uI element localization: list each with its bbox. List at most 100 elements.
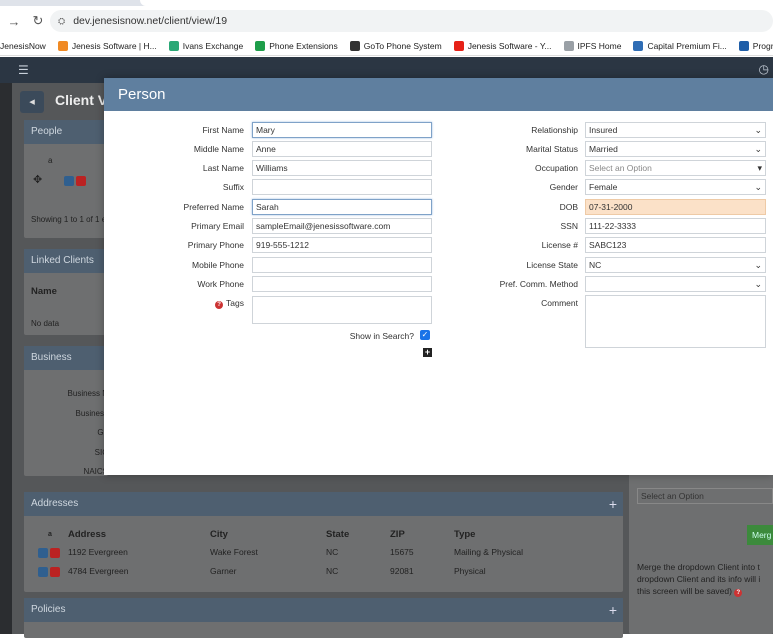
edit-icon[interactable] — [64, 175, 74, 186]
preferred-name-input[interactable] — [252, 199, 432, 215]
dob-input[interactable] — [585, 199, 766, 215]
add-icon[interactable]: + — [423, 348, 432, 357]
business-field: SIC — [94, 447, 108, 457]
delete-icon[interactable] — [50, 566, 60, 577]
marital-status-select[interactable]: Married ⌄ — [585, 141, 766, 157]
cell-type: Physical — [454, 566, 486, 577]
people-col-header: a — [48, 156, 53, 165]
last-name-label: Last Name — [202, 163, 244, 173]
business-card: Business Business N Business GL SIC NAIC… — [24, 346, 108, 476]
bookmark-item[interactable]: Jenesis Software | H... — [57, 40, 157, 51]
bookmark-favicon-icon — [453, 40, 464, 51]
middle-name-label: Middle Name — [193, 144, 244, 154]
help-icon[interactable]: ? — [215, 301, 224, 309]
bookmark-item[interactable]: Capital Premium Fi... — [633, 40, 727, 51]
bookmark-label: Jenesis Software - Y... — [467, 40, 552, 51]
bookmark-item[interactable]: IPFS Home — [563, 40, 621, 51]
col-header[interactable]: Type — [454, 526, 612, 543]
business-heading: Business — [24, 346, 108, 370]
gender-select[interactable]: Female ⌄ — [585, 179, 766, 195]
dob-label: DOB — [559, 202, 578, 212]
site-info-icon[interactable]: ⛭ — [58, 16, 65, 27]
primary-phone-input[interactable] — [252, 237, 432, 253]
mobile-phone-input[interactable] — [252, 257, 432, 273]
cell-city: Wake Forest — [210, 547, 258, 558]
bookmark-favicon-icon — [738, 40, 749, 51]
drag-handle-icon[interactable]: ✥ — [33, 173, 42, 186]
linked-clients-heading: Linked Clients — [24, 249, 108, 273]
add-address-icon[interactable]: + — [609, 492, 617, 516]
middle-name-input[interactable] — [252, 141, 432, 157]
policies-card: Policies + — [24, 598, 623, 638]
bookmark-favicon-icon — [633, 40, 644, 51]
first-name-input[interactable] — [252, 122, 432, 138]
people-heading: People — [24, 120, 108, 144]
col-header[interactable]: State — [326, 526, 390, 543]
bookmark-item[interactable]: GoTo Phone System — [349, 40, 442, 51]
cell-type: Mailing & Physical — [454, 547, 523, 558]
col-header[interactable]: a — [32, 526, 68, 543]
license-state-select[interactable]: NC ⌄ — [585, 257, 766, 273]
add-policy-icon[interactable]: + — [609, 598, 617, 622]
ssn-input[interactable] — [585, 218, 766, 234]
license-state-value: NC — [589, 260, 602, 270]
occupation-select[interactable]: Select an Option ▾ — [585, 160, 766, 176]
page-title: Client V — [55, 92, 108, 108]
tags-input[interactable] — [252, 296, 432, 324]
table-row: 4784 Evergreen Garner NC 92081 Physical — [32, 562, 612, 581]
menu-icon[interactable]: ☰ — [18, 63, 29, 77]
bookmark-item[interactable]: Phone Extensions — [255, 40, 338, 51]
bookmark-label: Progressive Comm... — [752, 40, 773, 51]
person-modal: Person First Name Middle Name Last Name … — [104, 78, 773, 475]
mobile-phone-label: Mobile Phone — [192, 260, 244, 270]
edit-icon[interactable] — [38, 566, 48, 577]
relationship-select[interactable]: Insured ⌄ — [585, 122, 766, 138]
addresses-card: Addresses + a Address City State ZIP Type… — [24, 492, 623, 592]
work-phone-input[interactable] — [252, 276, 432, 292]
merge-client-select[interactable]: Select an Option — [637, 488, 773, 504]
bookmark-item[interactable]: Jenesis Software - Y... — [453, 40, 552, 51]
merge-button[interactable]: Merg — [747, 525, 773, 545]
bookmark-label: Jenesis Software | H... — [71, 40, 157, 51]
cell-address: 1192 Evergreen — [68, 547, 128, 558]
bookmark-label: JenesisNow — [0, 40, 46, 51]
delete-icon[interactable] — [76, 175, 86, 186]
comment-label: Comment — [541, 298, 578, 308]
suffix-input[interactable] — [252, 179, 432, 195]
caret-down-icon: ▾ — [757, 163, 762, 173]
col-header[interactable]: Address — [68, 526, 210, 543]
browser-toolbar: → ↻ ⛭ dev.jenesisnow.net/client/view/19 — [0, 6, 773, 36]
col-header[interactable]: ZIP — [390, 526, 454, 543]
edit-icon[interactable] — [38, 547, 48, 558]
gender-value: Female — [589, 182, 618, 192]
business-field: Business N — [67, 389, 108, 398]
linked-clients-col: Name — [31, 286, 57, 297]
address-bar[interactable]: ⛭ dev.jenesisnow.net/client/view/19 — [50, 10, 773, 32]
last-name-input[interactable] — [252, 160, 432, 176]
clock-icon[interactable]: ◷ — [759, 62, 769, 76]
license-number-input[interactable] — [585, 237, 766, 253]
bookmark-favicon-icon — [255, 40, 266, 51]
back-button[interactable]: ◂ — [20, 91, 44, 113]
occupation-placeholder: Select an Option — [589, 163, 652, 173]
bookmark-label: Phone Extensions — [269, 40, 338, 51]
relationship-label: Relationship — [531, 125, 578, 135]
reload-icon[interactable]: ↻ — [28, 13, 48, 29]
pref-comm-label: Pref. Comm. Method — [499, 279, 578, 289]
tags-label: ? Tags — [144, 298, 244, 309]
comment-textarea[interactable] — [585, 295, 766, 348]
col-header[interactable]: City — [210, 526, 326, 543]
show-in-search-checkbox[interactable]: ✓ — [420, 330, 430, 340]
cell-zip: 15675 — [390, 547, 414, 558]
bookmark-item[interactable]: JenesisNow — [0, 41, 46, 51]
bookmark-item[interactable]: Ivans Exchange — [168, 40, 243, 51]
bookmark-item[interactable]: Progressive Comm... — [738, 40, 773, 51]
help-icon[interactable]: ? — [734, 589, 743, 597]
delete-icon[interactable] — [50, 547, 60, 558]
forward-icon[interactable]: → — [4, 14, 24, 29]
tags-label-text: Tags — [226, 298, 244, 308]
ssn-label: SSN — [560, 221, 578, 231]
modal-title: Person — [104, 78, 773, 111]
primary-email-input[interactable] — [252, 218, 432, 234]
pref-comm-select[interactable]: ⌄ — [585, 276, 766, 292]
